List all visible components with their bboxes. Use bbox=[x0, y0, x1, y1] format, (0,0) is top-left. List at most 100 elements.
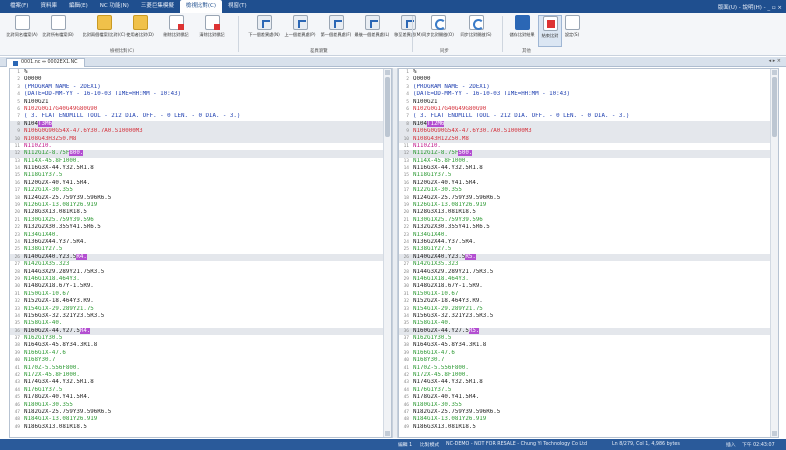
code-line[interactable]: 12 N112G1Z-8.75F800. bbox=[10, 150, 391, 158]
code-line[interactable]: 21 N130G1X25.759Y39.596 bbox=[399, 217, 778, 224]
code-line[interactable]: 46 N180G1X-30.355 bbox=[399, 402, 778, 409]
code-line[interactable]: 41 N170Z-5.556F800. bbox=[399, 365, 778, 372]
left-code-pane[interactable]: 1% 2 O0000 3 (PROGRAM NAME - 2DEX1) 4 (DATE=DD… bbox=[9, 68, 392, 438]
code-line[interactable]: 38 N164G3X-45.8Y34.3R1.8 bbox=[10, 342, 391, 349]
code-line[interactable]: 37 N162G1Y30.5 bbox=[399, 335, 778, 342]
ribbon-button[interactable]: 第一個差異處(F) bbox=[318, 15, 354, 47]
ribbon-button[interactable]: 最後一個差異處(L) bbox=[354, 15, 390, 47]
code-line[interactable]: 36 N160G2X-44.Y27.5R4. bbox=[10, 327, 391, 336]
code-line[interactable]: 10 N108G43H12Z50.M8 bbox=[399, 135, 778, 143]
code-line[interactable]: 20 N128G3X13.081R18.5 bbox=[399, 209, 778, 216]
code-line[interactable]: 24 N136G2X44.Y37.5R4. bbox=[399, 239, 778, 246]
code-line[interactable]: 47 N182G2X-25.759Y39.596R6.5 bbox=[399, 409, 778, 416]
code-line[interactable]: 47 N182G2X-25.759Y39.596R6.5 bbox=[10, 409, 391, 416]
code-line[interactable]: 38 N164G3X-45.8Y34.3R1.8 bbox=[399, 342, 778, 349]
code-line[interactable]: 26 N140G2X40.Y23.5R4. bbox=[10, 253, 391, 262]
ribbon-button[interactable]: 刪除比對標記 bbox=[158, 15, 194, 47]
code-line[interactable]: 19 N126G1X-13.081Y26.919 bbox=[399, 202, 778, 209]
menu-tab[interactable]: 資料庫 bbox=[34, 0, 63, 13]
window-controls[interactable]: 版面(U) - 說明(H) - _ ▫ × bbox=[718, 0, 782, 13]
code-line[interactable]: 22 N132G2X30.355Y41.5R6.5 bbox=[399, 224, 778, 231]
code-line[interactable]: 33 N154G1X-29.289Y21.75 bbox=[10, 306, 391, 313]
right-scrollbar[interactable] bbox=[770, 69, 778, 437]
code-line[interactable]: 18 N124G2X-25.759Y39.596R6.5 bbox=[10, 195, 391, 202]
code-line[interactable]: 29 N146G1X18.464Y3. bbox=[10, 276, 391, 283]
code-line[interactable]: 15 N118G1Y37.5 bbox=[10, 172, 391, 179]
code-line[interactable]: 27 N142G1X35.323 bbox=[10, 261, 391, 268]
code-line[interactable]: 5 N100G21 bbox=[399, 99, 778, 106]
code-line[interactable]: 33 N154G1X-29.289Y21.75 bbox=[399, 306, 778, 313]
code-line[interactable]: 45 N178G2X-40.Y41.5R4. bbox=[10, 394, 391, 401]
menu-tab[interactable]: 編輯(E) bbox=[63, 0, 94, 13]
code-line[interactable]: 12 N112G1Z-8.75F500. bbox=[399, 150, 778, 158]
code-line[interactable]: 14 N116G3X-44.Y32.5R1.8 bbox=[399, 165, 778, 172]
code-line[interactable]: 11 N110Z10. bbox=[10, 143, 391, 150]
code-line[interactable]: 1% bbox=[10, 69, 391, 76]
code-line[interactable]: 42 N172X-45.8F1000. bbox=[399, 372, 778, 379]
code-line[interactable]: 1% bbox=[399, 69, 778, 76]
code-line[interactable]: 37 N162G1Y30.5 bbox=[10, 335, 391, 342]
menu-tab[interactable]: 檔案(F) bbox=[4, 0, 34, 13]
code-line[interactable]: 26 N140G2X40.Y23.5R5. bbox=[399, 253, 778, 262]
code-line[interactable]: 28 N144G3X29.289Y21.75R3.5 bbox=[10, 269, 391, 276]
code-line[interactable]: 15 N118G1Y37.5 bbox=[399, 172, 778, 179]
code-line[interactable]: 39 N166G1X-47.6 bbox=[399, 350, 778, 357]
menu-tab[interactable]: 三菱巨集模擬 bbox=[135, 0, 180, 13]
code-line[interactable]: 9 N106G0G90G54X-47.6Y30.7A0.S10000M3 bbox=[10, 128, 391, 136]
code-line[interactable]: 35 N158G1X-40. bbox=[399, 320, 778, 327]
code-line[interactable]: 5 N100G21 bbox=[10, 99, 391, 106]
code-line[interactable]: 8 N104T3M6 bbox=[10, 120, 391, 129]
code-line[interactable]: 45 N178G2X-40.Y41.5R4. bbox=[399, 394, 778, 401]
code-line[interactable]: 24 N136G2X44.Y37.5R4. bbox=[10, 239, 391, 246]
code-line[interactable]: 4 (DATE=DD-MM-YY - 16-10-03 TIME=HH:MM - … bbox=[10, 91, 391, 98]
code-line[interactable]: 25 N138G1Y27.5 bbox=[399, 246, 778, 253]
code-line[interactable]: 36 N160G2X-44.Y27.5R5. bbox=[399, 327, 778, 336]
code-line[interactable]: 13 N114X-45.8F1000. bbox=[399, 158, 778, 165]
code-line[interactable]: 6 N102G0G17G40G49G80G90 bbox=[10, 106, 391, 113]
code-line[interactable]: 17 N122G1X-30.355 bbox=[399, 187, 778, 194]
scroll-down-arrow-icon[interactable] bbox=[772, 431, 777, 436]
ribbon-button[interactable]: 比對同名檔案(A) bbox=[4, 15, 40, 47]
code-line[interactable]: 11 N110Z10. bbox=[399, 143, 778, 150]
code-line[interactable]: 32 N152G2X-18.464Y3.R9. bbox=[399, 298, 778, 305]
code-line[interactable]: 43 N174G3X-44.Y32.5R1.8 bbox=[399, 379, 778, 386]
code-line[interactable]: 23 N134G1X40. bbox=[399, 232, 778, 239]
right-code-pane[interactable]: 1% 2 O0000 3 (PROGRAM NAME - 2DEX1) 4 (DATE=DD… bbox=[398, 68, 779, 438]
ribbon-button[interactable]: 清除比對標記 bbox=[194, 15, 230, 47]
ribbon-button[interactable]: 比對兩個檔案(比對)(C) bbox=[83, 15, 125, 47]
code-line[interactable]: 13 N114X-45.8F1000. bbox=[10, 158, 391, 165]
scroll-down-arrow-icon[interactable] bbox=[385, 431, 390, 436]
code-line[interactable]: 27 N142G1X35.323 bbox=[399, 261, 778, 268]
code-line[interactable]: 32 N152G2X-18.464Y3.R9. bbox=[10, 298, 391, 305]
code-line[interactable]: 14 N116G3X-44.Y32.5R1.8 bbox=[10, 165, 391, 172]
ribbon-button[interactable]: 同步比對開啟(S) bbox=[458, 15, 494, 47]
scroll-up-arrow-icon[interactable] bbox=[385, 70, 390, 75]
ribbon-button[interactable]: 使用者比對(D) bbox=[122, 15, 158, 47]
code-line[interactable]: 49 N186G3X13.081R18.5 bbox=[399, 424, 778, 431]
code-line[interactable]: 34 N156G3X-32.321Y23.5R3.5 bbox=[10, 313, 391, 320]
code-line[interactable]: 39 N166G1X-47.6 bbox=[10, 350, 391, 357]
code-line[interactable]: 3 (PROGRAM NAME - 2DEX1) bbox=[10, 84, 391, 91]
ribbon-button[interactable]: 同步比對開啟(O) bbox=[420, 15, 456, 47]
scroll-thumb[interactable] bbox=[772, 77, 777, 137]
code-line[interactable]: 35 N158G1X-40. bbox=[10, 320, 391, 327]
code-line[interactable]: 43 N174G3X-44.Y32.5R1.8 bbox=[10, 379, 391, 386]
menu-tab[interactable]: 檢視比對(C) bbox=[179, 0, 223, 13]
tab-strip-controls[interactable]: ◂ ▸ × bbox=[769, 58, 781, 64]
code-line[interactable]: 6 N102G0G17G40G49G80G90 bbox=[399, 106, 778, 113]
code-line[interactable]: 19 N126G1X-13.081Y26.919 bbox=[10, 202, 391, 209]
code-line[interactable]: 22 N132G2X30.355Y41.5R6.5 bbox=[10, 224, 391, 231]
code-line[interactable]: 40 N168Y30.7 bbox=[399, 357, 778, 364]
scroll-thumb[interactable] bbox=[385, 77, 390, 137]
code-line[interactable]: 31 N150G1X-10.67 bbox=[399, 291, 778, 298]
code-line[interactable]: 42 N172X-45.8F1000. bbox=[10, 372, 391, 379]
menu-tab[interactable]: 視窗(T) bbox=[222, 0, 253, 13]
code-line[interactable]: 7 ( 3. FLAT ENDMILL TOOL - 212 DIA. OFF. … bbox=[399, 113, 778, 120]
code-line[interactable]: 46 N180G1X-30.355 bbox=[10, 402, 391, 409]
code-line[interactable]: 21 N130G1X25.759Y39.596 bbox=[10, 217, 391, 224]
ribbon-button[interactable]: 儲存比對結果 bbox=[509, 15, 535, 47]
code-line[interactable]: 44 N176G1Y37.5 bbox=[10, 387, 391, 394]
code-line[interactable]: 10 N108G43H3Z50.M8 bbox=[10, 135, 391, 143]
code-line[interactable]: 16 N120G2X-40.Y41.5R4. bbox=[10, 180, 391, 187]
code-line[interactable]: 48 N184G1X-13.081Y26.919 bbox=[399, 416, 778, 423]
